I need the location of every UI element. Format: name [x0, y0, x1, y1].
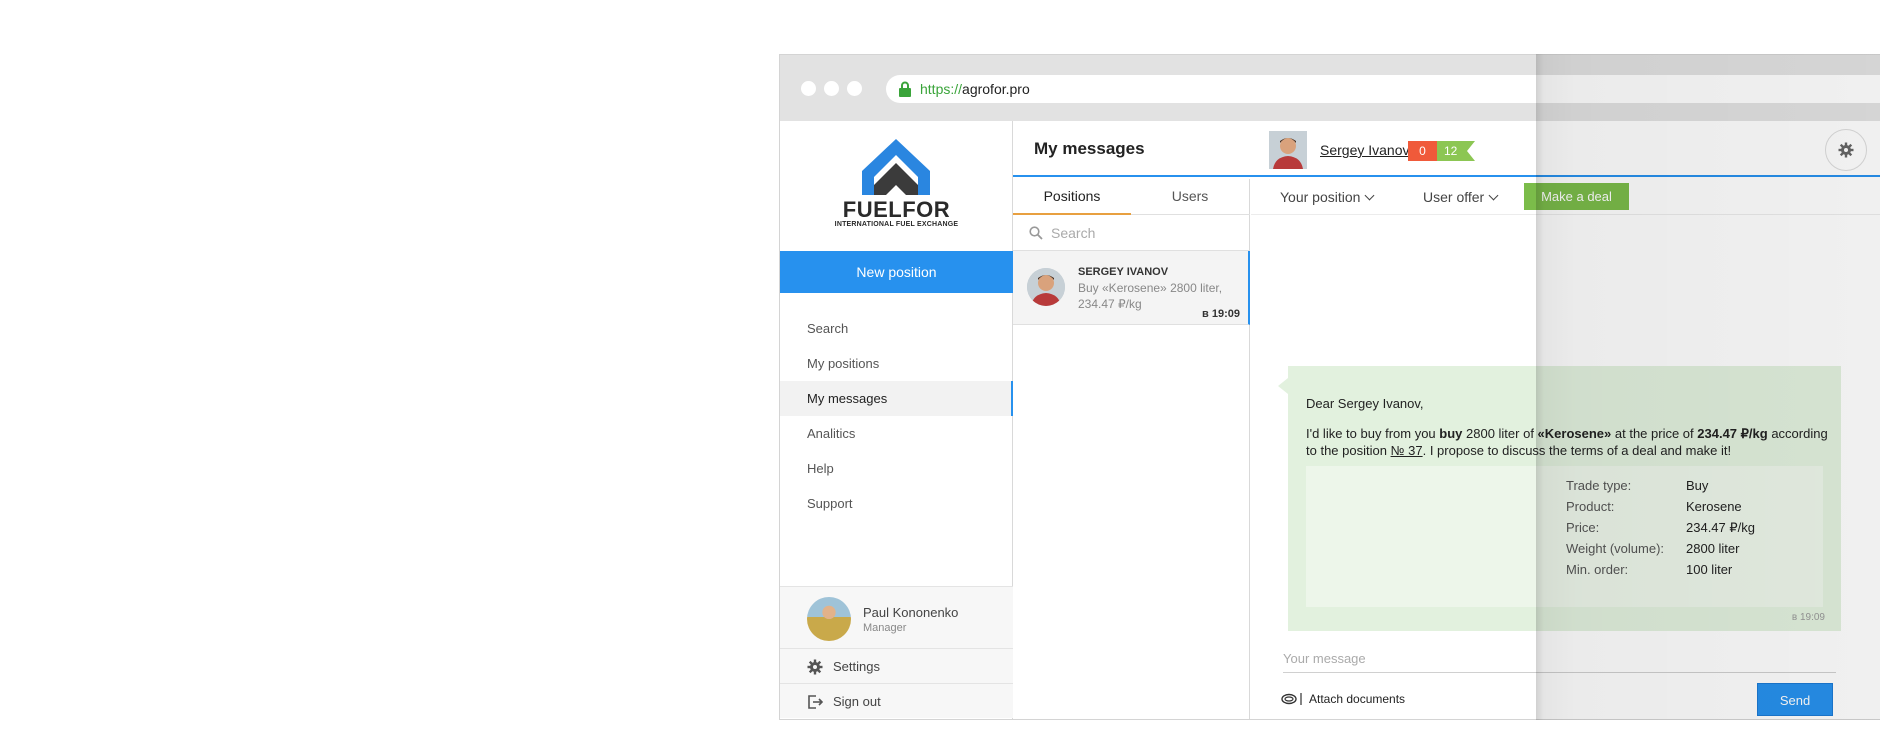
sign-out-link[interactable]: Sign out	[780, 683, 1013, 718]
message-body: I'd like to buy from you buy 2800 liter …	[1306, 425, 1836, 459]
settings-label: Settings	[833, 659, 880, 674]
messages-header: My messages Sergey Ivanov 0 12	[1013, 121, 1880, 177]
settings-button[interactable]	[1825, 129, 1867, 171]
sidebar: FUELFOR INTERNATIONAL FUEL EXCHANGE New …	[780, 121, 1013, 719]
your-position-label: Your position	[1280, 189, 1361, 205]
chat-panel: Your position User offer Make a deal Dea…	[1251, 179, 1880, 719]
user-offer-label: User offer	[1423, 189, 1485, 205]
logo-brand: FUELFOR	[842, 197, 951, 222]
sidebar-item-support[interactable]: Support	[780, 486, 1013, 521]
message-bubble: Dear Sergey Ivanov, I'd like to buy from…	[1278, 366, 1841, 631]
gear-icon	[1838, 142, 1854, 158]
user-offer-dropdown[interactable]: User offer	[1423, 179, 1499, 215]
sidebar-item-my-positions[interactable]: My positions	[780, 346, 1013, 381]
tab-users[interactable]: Users	[1131, 179, 1249, 215]
make-deal-button[interactable]: Make a deal	[1524, 183, 1629, 210]
stage: https://agrofor.pro FUELFOR INTERNATIONA…	[0, 0, 1880, 748]
attach-documents-label: Attach documents	[1309, 692, 1406, 706]
contact-avatar[interactable]	[1269, 131, 1307, 169]
logo-tagline: INTERNATIONAL FUEL EXCHANGE	[834, 221, 959, 228]
message-text: 2800 liter of	[1462, 426, 1538, 441]
avatar	[807, 597, 851, 641]
send-button[interactable]: Send	[1757, 683, 1833, 716]
list-item[interactable]: SERGEY IVANOV Buy «Kerosene» 2800 liter,…	[1013, 251, 1250, 325]
url-scheme: https://	[920, 81, 963, 97]
detail-key: Weight (volume):	[1566, 541, 1665, 556]
settings-link[interactable]: Settings	[780, 648, 1013, 683]
window-minimize-dot[interactable]	[824, 81, 839, 96]
message-text: at the price of	[1611, 426, 1698, 441]
person-avatar-icon	[1027, 268, 1065, 306]
current-user[interactable]: Paul Kononenko Manager	[780, 586, 1013, 648]
conversation-name: SERGEY IVANOV	[1078, 266, 1169, 278]
detail-key: Trade type:	[1566, 478, 1632, 493]
tab-positions[interactable]: Positions	[1013, 179, 1131, 215]
message-text: . I propose to discuss the terms of a de…	[1422, 443, 1732, 458]
message-placeholder: Your message	[1283, 651, 1366, 666]
list-tabs: Positions Users	[1013, 179, 1250, 215]
detail-value: 100 liter	[1686, 562, 1733, 577]
new-position-button[interactable]: New position	[780, 251, 1013, 293]
search-input[interactable]: Search	[1013, 215, 1250, 251]
chat-toolbar: Your position User offer Make a deal	[1251, 179, 1880, 215]
detail-key: Min. order:	[1566, 562, 1629, 577]
user-role: Manager	[863, 622, 907, 634]
window-maximize-dot[interactable]	[847, 81, 862, 96]
chevron-down-icon	[1364, 190, 1375, 201]
paperclip-icon	[1281, 693, 1302, 705]
deal-details: Trade type: Buy Product: Kerosene Price: 23…	[1306, 466, 1823, 607]
search-icon	[1029, 226, 1043, 240]
message-input[interactable]: Your message	[1283, 649, 1836, 673]
detail-key: Price:	[1566, 520, 1600, 535]
window-close-dot[interactable]	[801, 81, 816, 96]
detail-value: 2800 liter	[1686, 541, 1740, 556]
positive-rating-count: 12	[1444, 144, 1458, 158]
browser-chrome: https://agrofor.pro	[780, 55, 1880, 121]
sidebar-item-help[interactable]: Help	[780, 451, 1013, 486]
person-avatar-icon	[1269, 131, 1307, 169]
conversation-list-panel: Positions Users Search SERGEY IVANOV Buy…	[1013, 179, 1250, 719]
sidebar-item-analitics[interactable]: Analitics	[780, 416, 1013, 451]
browser-window: https://agrofor.pro FUELFOR INTERNATIONA…	[779, 54, 1880, 720]
message-greeting: Dear Sergey Ivanov,	[1306, 396, 1424, 411]
user-name: Paul Kononenko	[863, 605, 959, 620]
sign-out-label: Sign out	[833, 694, 881, 709]
detail-value: 234.47 ₽/kg	[1686, 520, 1755, 535]
detail-value: Buy	[1686, 478, 1709, 493]
detail-key: Product:	[1566, 499, 1615, 514]
sidebar-menu: Search My positions My messages Analitic…	[780, 311, 1013, 521]
search-placeholder: Search	[1051, 225, 1096, 241]
conversation-time: в 19:09	[1202, 308, 1240, 320]
your-position-dropdown[interactable]: Your position	[1280, 179, 1375, 215]
negative-rating-badge: 0	[1408, 141, 1437, 161]
sign-out-icon	[808, 695, 823, 709]
contact-name-link[interactable]: Sergey Ivanov	[1320, 142, 1410, 158]
sidebar-item-my-messages[interactable]: My messages	[780, 381, 1013, 416]
chevron-down-icon	[1488, 190, 1499, 201]
message-text: I'd like to buy from you	[1306, 426, 1440, 441]
fuelfor-logo-mark	[862, 139, 930, 195]
message-trade-type: buy	[1439, 426, 1463, 441]
url-host: agrofor.pro	[962, 81, 1030, 97]
message-product: «Kerosene»	[1537, 426, 1612, 441]
attach-documents-button[interactable]: Attach documents	[1281, 691, 1405, 707]
logo: FUELFOR INTERNATIONAL FUEL EXCHANGE	[780, 121, 1013, 251]
address-bar[interactable]: https://agrofor.pro	[886, 75, 1880, 103]
message-price: 234.47 ₽/kg	[1697, 426, 1768, 441]
positive-rating-badge: 12	[1437, 141, 1475, 161]
lock-icon	[899, 81, 911, 97]
gear-icon	[807, 659, 823, 675]
avatar	[1027, 268, 1065, 306]
page-title: My messages	[1034, 139, 1145, 158]
detail-value: Kerosene	[1686, 499, 1742, 514]
sidebar-item-search[interactable]: Search	[780, 311, 1013, 346]
message-time: в 19:09	[1791, 612, 1825, 623]
position-link[interactable]: № 37	[1391, 443, 1423, 458]
